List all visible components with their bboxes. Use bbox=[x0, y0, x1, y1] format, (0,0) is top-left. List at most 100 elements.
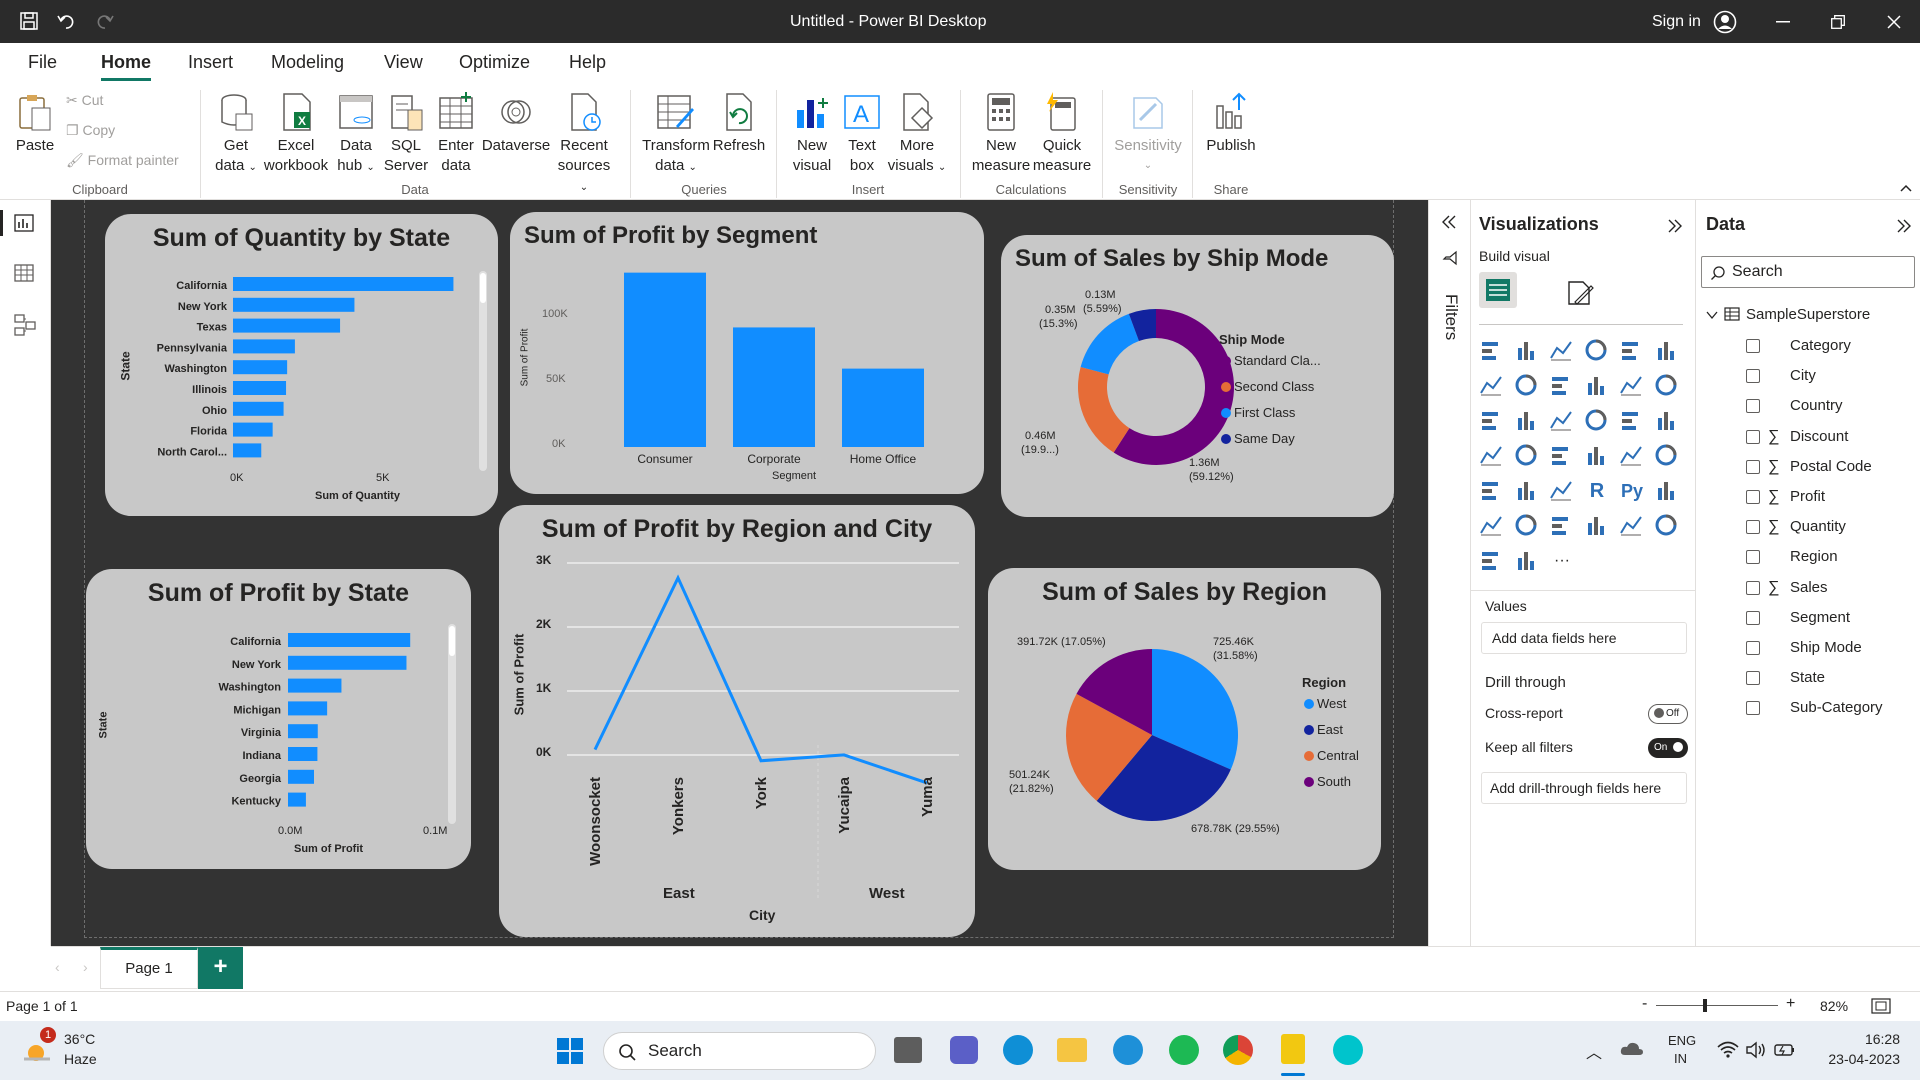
get-data-button[interactable]: Get data ⌄ bbox=[210, 92, 262, 178]
add-page-button[interactable]: + bbox=[198, 947, 243, 989]
edge-icon[interactable] bbox=[1003, 1035, 1033, 1065]
prev-page-icon[interactable]: ‹ bbox=[55, 959, 60, 975]
chart-profit-by-state[interactable]: Sum of Profit by State State California N… bbox=[86, 569, 471, 869]
keep-filters-toggle[interactable]: On bbox=[1648, 738, 1688, 758]
scatter-visual-icon[interactable] bbox=[1549, 408, 1575, 434]
sign-in-link[interactable]: Sign in bbox=[1652, 0, 1701, 43]
field-checkbox[interactable] bbox=[1746, 490, 1760, 504]
close-icon[interactable] bbox=[1887, 15, 1901, 29]
python-visual-visual-icon[interactable]: Py bbox=[1619, 478, 1645, 504]
field-item[interactable]: Segment bbox=[1696, 603, 1920, 633]
volume-icon[interactable] bbox=[1745, 1041, 1767, 1059]
search-input[interactable]: Search bbox=[1701, 256, 1915, 288]
expand-chevron-icon[interactable] bbox=[1441, 214, 1457, 230]
field-item[interactable]: Ship Mode bbox=[1696, 633, 1920, 663]
canva-icon[interactable] bbox=[1333, 1035, 1363, 1065]
field-item[interactable]: Category bbox=[1696, 331, 1920, 361]
table-name[interactable]: SampleSuperstore bbox=[1746, 306, 1870, 323]
scrollbar[interactable] bbox=[479, 271, 487, 471]
table-visual-icon[interactable] bbox=[1514, 478, 1540, 504]
zoom-slider[interactable] bbox=[1656, 1005, 1778, 1006]
cloud-icon[interactable] bbox=[1620, 1041, 1644, 1057]
field-item[interactable]: ∑ Postal Code bbox=[1696, 452, 1920, 482]
file-explorer-icon[interactable] bbox=[1057, 1038, 1087, 1062]
report-view-icon[interactable] bbox=[14, 214, 34, 232]
legend-item[interactable]: Same Day bbox=[1221, 431, 1321, 457]
menu-insert[interactable]: Insert bbox=[188, 52, 233, 73]
dataverse-button[interactable]: Dataverse bbox=[481, 92, 551, 156]
fit-to-page-icon[interactable] bbox=[1871, 998, 1891, 1014]
legend-item[interactable]: East bbox=[1304, 722, 1359, 748]
field-checkbox[interactable] bbox=[1746, 399, 1760, 414]
power-bi-icon[interactable] bbox=[1281, 1034, 1305, 1064]
model-view-icon[interactable] bbox=[14, 314, 36, 336]
key-influencers-visual-icon[interactable] bbox=[1654, 478, 1680, 504]
format-painter-button[interactable]: 🖌 Format painter bbox=[66, 152, 179, 169]
decomposition-tree-visual-icon[interactable] bbox=[1479, 513, 1505, 539]
build-visual-tab[interactable] bbox=[1479, 272, 1517, 308]
funnel-visual-icon[interactable] bbox=[1514, 408, 1540, 434]
stacked-bar-visual-icon[interactable] bbox=[1479, 338, 1505, 364]
user-avatar-icon[interactable] bbox=[1713, 10, 1737, 34]
r-visual-visual-icon[interactable]: R bbox=[1584, 478, 1610, 504]
qa-visual-icon[interactable] bbox=[1514, 513, 1540, 539]
new-measure-button[interactable]: New measure bbox=[970, 92, 1032, 176]
drill-through-drop-field[interactable]: Add drill-through fields here bbox=[1481, 772, 1687, 804]
chart-profit-by-segment[interactable]: Sum of Profit by Segment Sum of Profit 1… bbox=[510, 212, 984, 494]
chevron-down-icon[interactable] bbox=[1706, 310, 1718, 320]
clustered-column-visual-icon[interactable] bbox=[1584, 338, 1610, 364]
field-item[interactable]: ∑ Quantity bbox=[1696, 512, 1920, 542]
field-checkbox[interactable] bbox=[1746, 701, 1760, 716]
field-item[interactable]: Country bbox=[1696, 391, 1920, 421]
field-checkbox[interactable] bbox=[1746, 550, 1760, 565]
menu-modeling[interactable]: Modeling bbox=[271, 52, 344, 73]
field-checkbox[interactable] bbox=[1746, 369, 1760, 384]
line-visual-icon[interactable] bbox=[1479, 373, 1505, 399]
minimize-icon[interactable] bbox=[1776, 21, 1790, 23]
menu-view[interactable]: View bbox=[384, 52, 423, 73]
field-checkbox[interactable] bbox=[1746, 641, 1760, 655]
stacked-area-visual-icon[interactable] bbox=[1549, 373, 1575, 399]
help-app-icon[interactable] bbox=[1113, 1035, 1143, 1065]
page-tab[interactable]: Page 1 bbox=[100, 947, 198, 989]
100pct-column-visual-icon[interactable] bbox=[1654, 338, 1680, 364]
field-checkbox[interactable] bbox=[1746, 671, 1760, 686]
kpi-visual-icon[interactable] bbox=[1654, 443, 1680, 469]
new-visual-button[interactable]: New visual bbox=[786, 92, 838, 176]
multi-row-card-visual-icon[interactable] bbox=[1619, 443, 1645, 469]
more-visuals-button[interactable]: More visuals ⌄ bbox=[886, 92, 948, 178]
restore-icon[interactable] bbox=[1831, 15, 1845, 29]
teams-icon[interactable] bbox=[950, 1036, 978, 1064]
field-item[interactable]: ∑ Profit bbox=[1696, 482, 1920, 512]
spotify-icon[interactable] bbox=[1169, 1035, 1199, 1065]
map-visual-icon[interactable] bbox=[1479, 443, 1505, 469]
battery-icon[interactable] bbox=[1774, 1041, 1796, 1059]
zoom-in-icon[interactable]: + bbox=[1786, 995, 1795, 1013]
more-visual-icon[interactable]: ··· bbox=[1549, 548, 1575, 574]
power-automate-visual-icon[interactable] bbox=[1479, 548, 1505, 574]
transform-data-button[interactable]: Transform data ⌄ bbox=[640, 92, 712, 178]
legend-item[interactable]: South bbox=[1304, 774, 1359, 800]
menu-file[interactable]: File bbox=[28, 52, 57, 73]
waterfall-visual-icon[interactable] bbox=[1479, 408, 1505, 434]
treemap-visual-icon[interactable] bbox=[1654, 408, 1680, 434]
field-item[interactable]: ∑ Discount bbox=[1696, 422, 1920, 452]
gauge-visual-icon[interactable] bbox=[1549, 443, 1575, 469]
field-item[interactable]: ∑ Sales bbox=[1696, 573, 1920, 603]
cross-report-toggle[interactable]: Off bbox=[1648, 704, 1688, 724]
field-item[interactable]: State bbox=[1696, 663, 1920, 693]
chrome-icon[interactable] bbox=[1223, 1035, 1253, 1065]
redo-icon[interactable] bbox=[96, 12, 114, 30]
legend-item[interactable]: West bbox=[1304, 696, 1359, 722]
field-checkbox[interactable] bbox=[1746, 580, 1760, 595]
chart-quantity-by-state[interactable]: Sum of Quantity by State State Californi… bbox=[105, 214, 498, 516]
collapse-ribbon-icon[interactable] bbox=[1900, 184, 1912, 192]
smart-narrative-visual-icon[interactable] bbox=[1549, 513, 1575, 539]
stacked-column-visual-icon[interactable] bbox=[1514, 338, 1540, 364]
undo-icon[interactable] bbox=[57, 12, 75, 30]
matrix-visual-icon[interactable] bbox=[1549, 478, 1575, 504]
line-column-visual-icon[interactable] bbox=[1584, 373, 1610, 399]
language-indicator[interactable]: ENG bbox=[1668, 1033, 1696, 1048]
slicer-visual-icon[interactable] bbox=[1479, 478, 1505, 504]
collapse-chevron-icon[interactable] bbox=[1667, 218, 1683, 234]
